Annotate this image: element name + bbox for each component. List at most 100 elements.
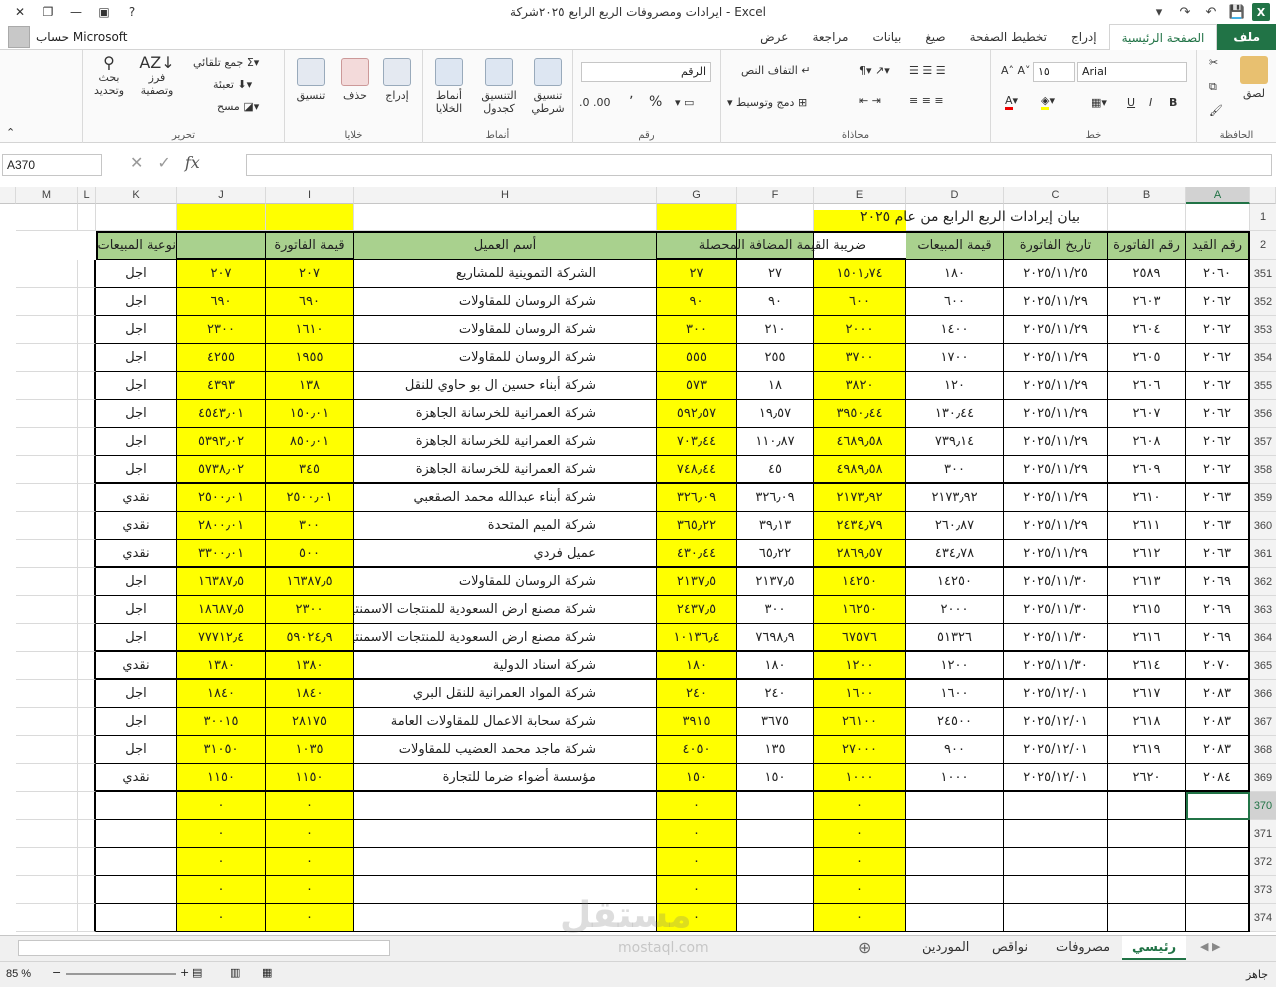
cell[interactable]: ٦٥٫٢٢ — [737, 540, 814, 568]
cell[interactable]: ٢٦١٢ — [1108, 540, 1186, 568]
column-title[interactable]: رقم الفاتورة — [1108, 231, 1186, 260]
cell[interactable]: ٢٦١٦ — [1108, 624, 1186, 652]
cell[interactable]: ٣٩٫١٣ — [737, 512, 814, 540]
cell[interactable]: اجل — [96, 372, 177, 400]
insert-cells-button[interactable]: إدراج — [377, 58, 417, 102]
enter-icon[interactable]: ✓ — [157, 153, 170, 172]
cell[interactable] — [16, 204, 78, 231]
cell[interactable] — [906, 876, 1004, 904]
cell[interactable] — [906, 848, 1004, 876]
cell[interactable]: ١٩٫٥٧ — [737, 400, 814, 428]
row-header[interactable]: 354 — [1250, 344, 1276, 372]
cell[interactable]: ٣٧٠٠ — [814, 344, 906, 372]
cell[interactable]: ٠ — [657, 792, 737, 820]
cell[interactable]: ٢٣٠٠ — [266, 596, 354, 624]
cell[interactable]: ٢٠٢٥/١١/٣٠ — [1004, 568, 1108, 596]
cell[interactable]: ٢٠٢٥/١١/٣٠ — [1004, 624, 1108, 652]
comma-button[interactable]: ٬ — [629, 95, 633, 109]
cell[interactable]: ١٣٨ — [266, 372, 354, 400]
cell[interactable]: شركة الروسان للمقاولات — [354, 316, 657, 344]
cell[interactable]: ٣٢٦٫٠٩ — [657, 484, 737, 512]
cell[interactable]: ٢١٣٧٫٥ — [657, 568, 737, 596]
cell[interactable] — [1004, 792, 1108, 820]
cell[interactable]: ٢٣٠٠ — [177, 316, 266, 344]
cell[interactable] — [737, 876, 814, 904]
cell[interactable]: ٢٠٢٥/١١/٣٠ — [1004, 596, 1108, 624]
currency-button[interactable]: ▾ ▭ — [675, 96, 694, 109]
cell[interactable]: ٠ — [657, 848, 737, 876]
cell[interactable]: ٤٣٤٫٧٨ — [906, 540, 1004, 568]
cell[interactable]: نقدي — [96, 484, 177, 512]
cell[interactable]: نقدي — [96, 512, 177, 540]
restore-window-button[interactable]: ❐ — [34, 3, 62, 21]
text-direction-button[interactable]: ¶▾ ↗▾ — [859, 64, 890, 77]
cell[interactable] — [16, 624, 78, 652]
percent-button[interactable]: % — [649, 95, 662, 109]
italic-button[interactable]: I — [1149, 96, 1152, 109]
cell[interactable] — [78, 876, 96, 904]
cell[interactable] — [1108, 792, 1186, 820]
font-name-select[interactable]: Arial — [1077, 62, 1187, 82]
cell[interactable]: ٣٩١٥ — [657, 708, 737, 736]
cell[interactable] — [737, 904, 814, 932]
format-painter-button[interactable]: 🖌 — [1209, 104, 1223, 117]
cell[interactable] — [16, 848, 78, 876]
cell[interactable]: ١٦٠٠ — [906, 680, 1004, 708]
cell[interactable]: ٢٦١١ — [1108, 512, 1186, 540]
cell[interactable]: ١٥٠ — [737, 764, 814, 792]
cell[interactable]: شركة مصنع ارض السعودية للمنتجات الاسمنتي… — [354, 624, 657, 652]
cell[interactable]: ١٨ — [737, 372, 814, 400]
vertical-scroll-top[interactable] — [0, 187, 16, 204]
cell[interactable] — [96, 820, 177, 848]
cell[interactable]: ٢٦٢٠ — [1108, 764, 1186, 792]
page-break-view-icon[interactable]: ▥ — [230, 966, 240, 979]
cell[interactable]: ٢٦٠٨ — [1108, 428, 1186, 456]
row-header[interactable]: 352 — [1250, 288, 1276, 316]
row-header[interactable]: 372 — [1250, 848, 1276, 876]
avatar[interactable] — [8, 26, 30, 48]
cell[interactable]: ٢٠٦٩ — [1186, 624, 1250, 652]
cell[interactable]: ٢٦٠٩ — [1108, 456, 1186, 484]
cell[interactable]: شركة ماجد محمد العضيب للمقاولات — [354, 736, 657, 764]
cell[interactable]: ٢٠٠٠ — [906, 596, 1004, 624]
cell[interactable] — [16, 484, 78, 512]
cell[interactable]: ٣٣٠٠٫٠١ — [177, 540, 266, 568]
cell[interactable]: ٢٠٦٢ — [1186, 288, 1250, 316]
cell[interactable]: ٢٠٢٥/١١/٢٩ — [1004, 428, 1108, 456]
cell[interactable]: ٩٠ — [657, 288, 737, 316]
cell[interactable] — [354, 204, 657, 231]
cell[interactable]: ٩٠ — [737, 288, 814, 316]
cell[interactable]: ١٠٣٥ — [266, 736, 354, 764]
cell[interactable]: شركة الميم المتحدة — [354, 512, 657, 540]
format-as-table-button[interactable]: التنسيق كجدول — [475, 58, 523, 115]
cell[interactable] — [1108, 876, 1186, 904]
cell[interactable] — [78, 820, 96, 848]
cell[interactable]: ٢٠٦٠ — [1186, 260, 1250, 288]
cell[interactable]: ٢٠٦٢ — [1186, 400, 1250, 428]
cut-button[interactable]: ✂ — [1209, 56, 1218, 69]
column-title[interactable] — [177, 231, 266, 260]
row-header[interactable]: 369 — [1250, 764, 1276, 792]
cell[interactable]: ٢١٠ — [737, 316, 814, 344]
cell[interactable] — [16, 512, 78, 540]
sort-filter-button[interactable]: AZ↓ فرز وتصفية — [133, 55, 181, 98]
row-header[interactable]: 359 — [1250, 484, 1276, 512]
cell[interactable]: اجل — [96, 680, 177, 708]
account-area[interactable]: حساب Microsoft — [8, 26, 128, 48]
cell[interactable]: ٢٠٢٥/١١/٢٩ — [1004, 400, 1108, 428]
cell[interactable]: ١٥٠٫٠١ — [266, 400, 354, 428]
cell[interactable]: ٢٥٠٠٫٠١ — [177, 484, 266, 512]
sheet-tab-main[interactable]: رئيسي — [1122, 936, 1187, 960]
cell[interactable]: ٠ — [814, 848, 906, 876]
cell[interactable]: ١٥٠ — [657, 764, 737, 792]
cell[interactable]: ٥٥٥ — [657, 344, 737, 372]
cell[interactable]: ٢٠٢٥/١٢/٠١ — [1004, 680, 1108, 708]
cell[interactable]: اجل — [96, 400, 177, 428]
tab-formulas[interactable]: صيغ — [913, 24, 957, 50]
cell[interactable]: ٢٤٣٤٫٧٩ — [814, 512, 906, 540]
minimize-window-button[interactable]: — — [62, 3, 90, 21]
row-header[interactable]: 367 — [1250, 708, 1276, 736]
cell[interactable] — [96, 792, 177, 820]
cell[interactable]: ٠ — [657, 820, 737, 848]
cell[interactable]: ١٦١٠ — [266, 316, 354, 344]
